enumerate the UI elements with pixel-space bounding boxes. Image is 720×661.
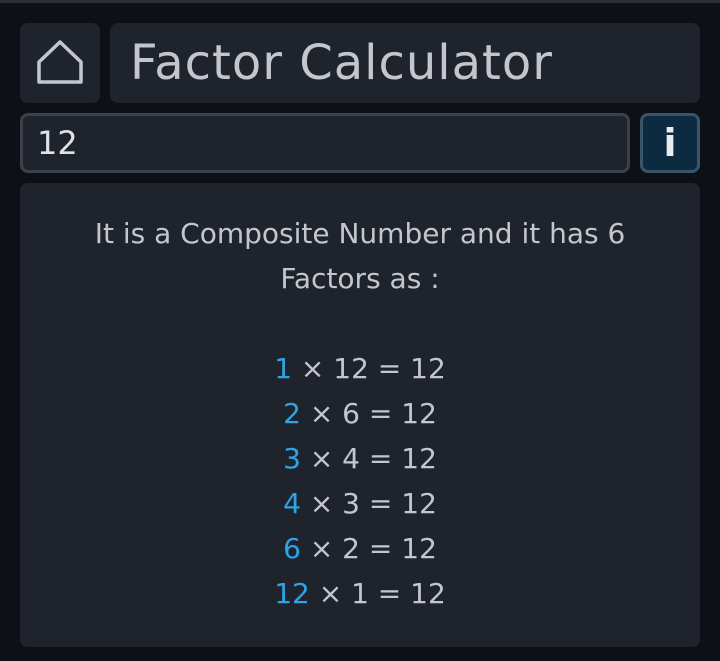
info-icon: i: [663, 121, 677, 165]
factor-value: 2: [283, 397, 301, 430]
page-title: Factor Calculator: [130, 35, 553, 91]
home-icon: [37, 40, 83, 84]
home-button[interactable]: [20, 23, 100, 103]
factor-row: 4 × 3 = 12: [20, 481, 700, 526]
factor-row: 6 × 2 = 12: [20, 526, 700, 571]
title-bar: Factor Calculator: [110, 23, 700, 103]
factor-row: 3 × 4 = 12: [20, 436, 700, 481]
factor-value: 6: [283, 532, 301, 565]
factor-value: 4: [283, 487, 301, 520]
factor-equation: × 12 = 12: [292, 352, 446, 385]
factor-row: 2 × 6 = 12: [20, 391, 700, 436]
factor-value: 3: [283, 442, 301, 475]
factor-equation: × 4 = 12: [300, 442, 437, 475]
result-panel: It is a Composite Number and it has 6 Fa…: [20, 183, 700, 647]
result-summary: It is a Composite Number and it has 6 Fa…: [94, 217, 626, 295]
factor-equation: × 3 = 12: [300, 487, 437, 520]
top-divider: [0, 0, 720, 3]
info-button[interactable]: i: [640, 113, 700, 173]
factor-equation: × 1 = 12: [309, 577, 446, 610]
number-input[interactable]: [23, 116, 627, 170]
factor-row: 1 × 12 = 12: [20, 346, 700, 391]
factor-row: 12 × 1 = 12: [20, 571, 700, 616]
number-input-wrapper[interactable]: [20, 113, 630, 173]
factor-value: 1: [274, 352, 293, 385]
factor-equation: × 6 = 12: [300, 397, 437, 430]
factor-equation: × 2 = 12: [300, 532, 437, 565]
factor-list: 1 × 12 = 12 2 × 6 = 12 3 × 4 = 12 4 × 3 …: [20, 346, 700, 616]
factor-value: 12: [274, 577, 310, 610]
